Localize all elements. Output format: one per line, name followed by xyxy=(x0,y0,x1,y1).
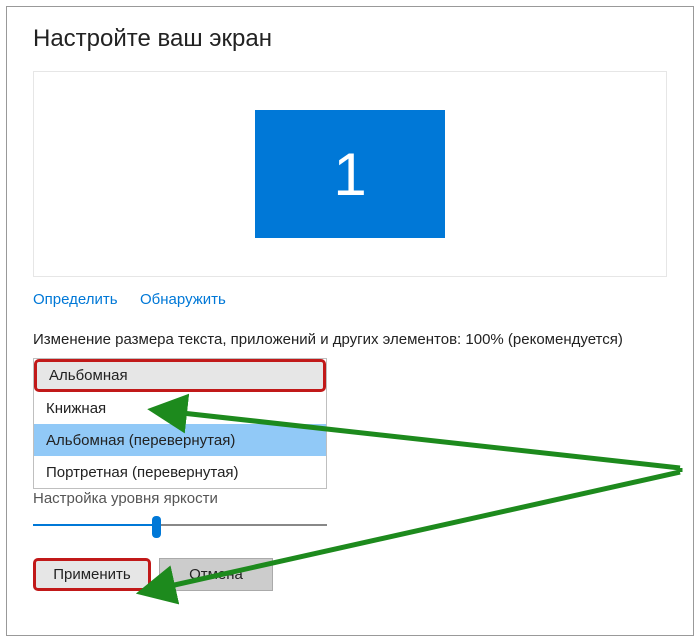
detect-link[interactable]: Обнаружить xyxy=(140,291,226,308)
monitor-preview-area: 1 xyxy=(33,71,667,277)
cancel-button[interactable]: Отмена xyxy=(159,558,273,591)
orientation-selected[interactable]: Альбомная xyxy=(34,359,326,392)
button-row: Применить Отмена xyxy=(33,558,693,591)
settings-window: Настройте ваш экран 1 Определить Обнаруж… xyxy=(6,6,694,636)
slider-thumb[interactable] xyxy=(152,516,161,538)
identify-link[interactable]: Определить xyxy=(33,291,118,308)
brightness-slider[interactable] xyxy=(33,514,327,538)
orientation-option-portrait-flipped[interactable]: Портретная (перевернутая) xyxy=(34,456,326,488)
monitor-number-label: 1 xyxy=(333,140,366,209)
orientation-selected-text: Альбомная xyxy=(49,367,128,384)
orientation-dropdown[interactable]: Альбомная Книжная Альбомная (перевернута… xyxy=(33,358,327,489)
apply-button[interactable]: Применить xyxy=(33,558,151,591)
scale-label: Изменение размера текста, приложений и д… xyxy=(33,331,667,348)
brightness-label: Настройка уровня яркости xyxy=(33,490,693,507)
orientation-option-portrait[interactable]: Книжная xyxy=(34,392,326,424)
monitor-1[interactable]: 1 xyxy=(255,110,445,238)
page-title: Настройте ваш экран xyxy=(7,7,693,53)
slider-fill xyxy=(33,524,156,526)
monitor-links: Определить Обнаружить xyxy=(33,291,667,309)
orientation-option-landscape-flipped[interactable]: Альбомная (перевернутая) xyxy=(34,424,326,456)
